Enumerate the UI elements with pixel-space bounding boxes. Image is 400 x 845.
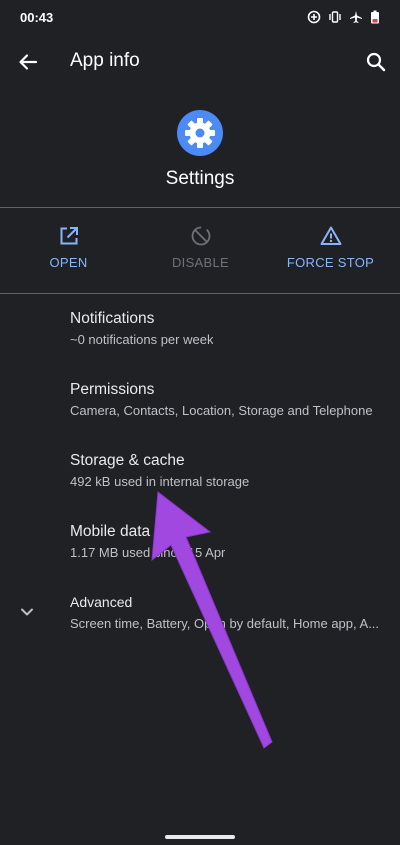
battery-low-icon: [370, 10, 380, 24]
force-stop-button[interactable]: FORCE STOP: [264, 225, 397, 280]
app-name: Settings: [165, 168, 235, 189]
list-item-subtitle: ~0 notifications per week: [70, 332, 214, 347]
divider-bottom: [0, 293, 400, 294]
open-label: OPEN: [49, 255, 88, 270]
gear-icon: [177, 110, 223, 156]
back-button[interactable]: [14, 48, 42, 76]
list-item-notifications[interactable]: Notifications ~0 notifications per week: [0, 300, 400, 362]
open-external-icon: [60, 227, 78, 245]
disable-icon: [191, 226, 210, 246]
list-item-subtitle: Screen time, Battery, Open by default, H…: [70, 616, 380, 631]
gesture-nav-handle[interactable]: [165, 835, 235, 839]
list-item-subtitle: Camera, Contacts, Location, Storage and …: [70, 403, 373, 418]
chevron-down-icon: [21, 608, 33, 616]
list-item-title: Permissions: [70, 381, 155, 398]
arrow-back-icon: [19, 54, 38, 70]
search-button[interactable]: [362, 48, 390, 76]
page-title: App info: [70, 50, 140, 71]
divider-top: [0, 207, 400, 208]
list-item-subtitle: 492 kB used in internal storage: [70, 474, 250, 489]
open-button[interactable]: OPEN: [2, 225, 135, 280]
list-item-title: Storage & cache: [70, 452, 185, 469]
list-item-storage[interactable]: Storage & cache 492 kB used in internal …: [0, 442, 400, 504]
force-stop-label: FORCE STOP: [286, 255, 375, 270]
list-item-title: Mobile data: [70, 523, 151, 540]
airplane-icon: [349, 10, 363, 24]
list-item-title: Advanced: [70, 594, 133, 610]
app-bar: App info: [0, 34, 400, 90]
data-saver-icon: [307, 10, 321, 24]
status-time: 00:43: [20, 9, 54, 25]
status-icons: [307, 10, 380, 24]
search-icon: [366, 52, 386, 72]
status-bar: 00:43: [0, 0, 400, 34]
warning-icon: [320, 226, 341, 245]
action-bar: OPEN DISABLE FORCE STOP: [0, 225, 400, 280]
list-item-title: Notifications: [70, 310, 155, 327]
list-item-permissions[interactable]: Permissions Camera, Contacts, Location, …: [0, 371, 400, 433]
disable-button[interactable]: DISABLE: [134, 225, 267, 280]
list-item-mobile-data[interactable]: Mobile data 1.17 MB used since 15 Apr: [0, 513, 400, 575]
disable-label: DISABLE: [171, 255, 229, 270]
list-item-subtitle: 1.17 MB used since 15 Apr: [70, 545, 226, 560]
list-item-advanced[interactable]: Advanced Screen time, Battery, Open by d…: [0, 584, 400, 646]
vibrate-icon: [328, 10, 342, 24]
